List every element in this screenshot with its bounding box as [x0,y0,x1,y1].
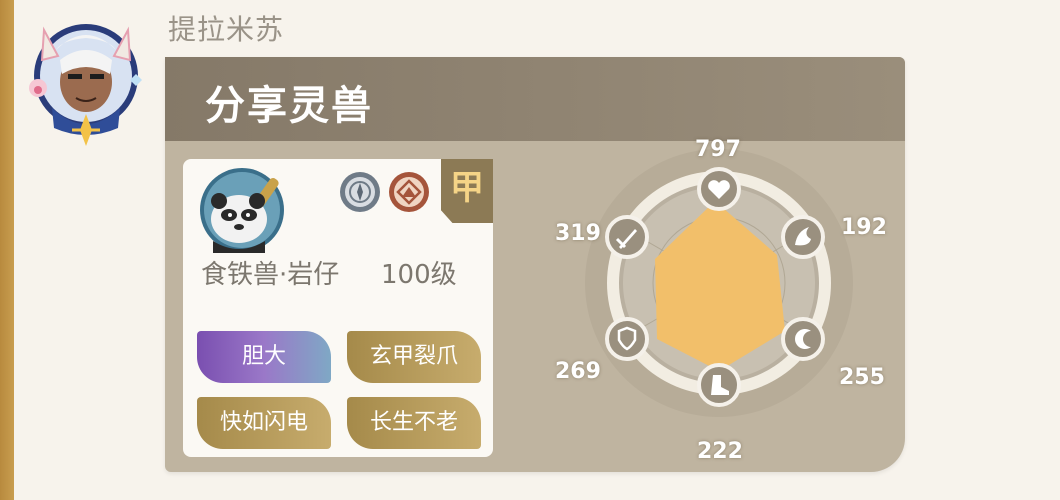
pet-name: 食铁兽·岩仔 [201,260,340,290]
sender-name: 提拉米苏 [168,13,285,46]
stats-radar-chart: 797 192 255 222 269 319 [555,135,887,475]
pet-level: 100级 [381,260,457,290]
sword-icon [605,215,649,259]
stat-value-lower-right: 255 [839,365,885,390]
heart-icon [697,167,741,211]
stat-value-bottom: 222 [697,439,743,464]
shield-icon [605,317,649,361]
stat-value-top: 797 [695,137,741,162]
stat-value-upper-left: 319 [555,221,601,246]
card-header: 分享灵兽 [165,57,905,141]
trait-badge[interactable]: 长生不老 [347,397,481,449]
rank-badge: 甲 [441,159,493,223]
boot-icon [697,363,741,407]
trait-badge[interactable]: 玄甲裂爪 [347,331,481,383]
compass-element-icon [339,171,381,213]
left-accent-strip [0,0,14,500]
mountain-element-icon [388,171,430,213]
trait-badge[interactable]: 胆大 [197,331,331,383]
card-title: 分享灵兽 [205,83,373,129]
stat-value-upper-right: 192 [841,215,887,240]
pet-info-panel: 甲 食铁兽·岩仔 100级 胆大 玄甲裂爪 快如闪电 长生不老 [183,159,493,457]
moon-swirl-icon [781,317,825,361]
trait-badge[interactable]: 快如闪电 [197,397,331,449]
flame-icon [781,215,825,259]
stat-value-lower-left: 269 [555,359,601,384]
character-avatar-icon[interactable] [22,10,150,150]
panda-portrait-icon[interactable] [199,167,285,253]
